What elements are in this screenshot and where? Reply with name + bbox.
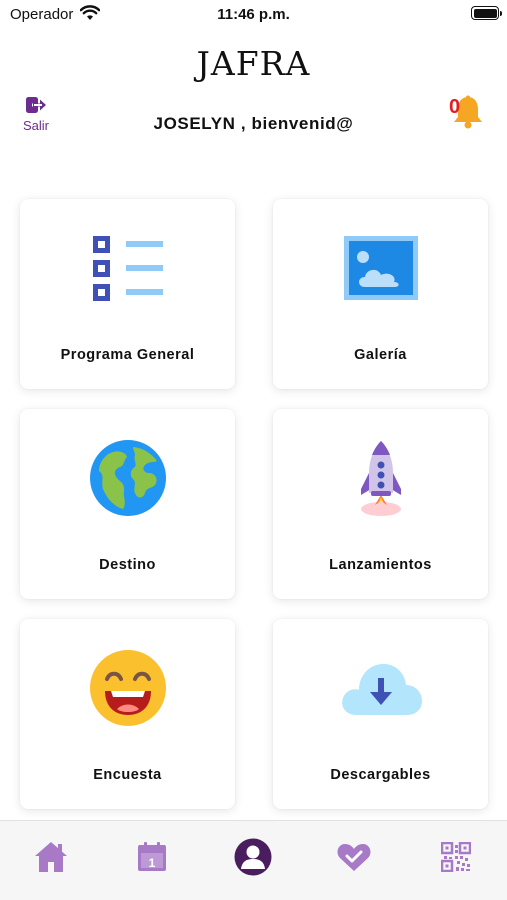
rocket-icon — [273, 437, 488, 519]
tab-qr-code[interactable] — [436, 837, 476, 877]
menu-card-galeria[interactable]: Galería — [273, 199, 488, 389]
tab-home[interactable] — [31, 837, 71, 877]
menu-card-label: Programa General — [60, 347, 195, 363]
tab-favorites[interactable] — [334, 837, 374, 877]
menu-card-encuesta[interactable]: Encuesta — [20, 619, 235, 809]
tab-calendar[interactable]: 1 — [132, 837, 172, 877]
home-icon — [35, 842, 67, 872]
bottom-tab-bar: 1 — [0, 820, 507, 900]
profile-icon — [234, 838, 272, 876]
menu-card-descargables[interactable]: Descargables — [273, 619, 488, 809]
menu-card-destino[interactable]: Destino — [20, 409, 235, 599]
notification-count: 0 — [449, 96, 461, 118]
menu-card-label: Galería — [354, 347, 407, 363]
qr-code-icon — [441, 842, 471, 872]
menu-grid: Programa General Galería Destino Lanzami… — [20, 199, 488, 809]
menu-card-lanzamientos[interactable]: Lanzamientos — [273, 409, 488, 599]
favorites-icon — [337, 844, 371, 871]
logout-icon — [26, 97, 46, 113]
calendar-day: 1 — [149, 856, 156, 870]
menu-card-label: Encuesta — [93, 767, 162, 783]
calendar-icon: 1 — [138, 842, 166, 871]
globe-icon — [20, 437, 235, 519]
picture-icon — [273, 227, 488, 309]
menu-card-label: Descargables — [330, 767, 431, 783]
cloud-download-icon — [273, 647, 488, 729]
checklist-icon — [20, 227, 235, 309]
notifications-button[interactable]: 0 — [449, 95, 487, 131]
welcome-message: JOSELYN , bienvenid@ — [153, 114, 354, 133]
clock: 11:46 p.m. — [217, 6, 290, 23]
menu-card-label: Destino — [99, 557, 156, 573]
battery-icon — [471, 6, 502, 20]
tab-profile[interactable] — [233, 837, 273, 877]
menu-card-programa-general[interactable]: Programa General — [20, 199, 235, 389]
smiley-icon — [20, 647, 235, 729]
brand-logo: JAFRA — [196, 44, 311, 83]
menu-card-label: Lanzamientos — [329, 557, 432, 573]
status-bar: Operador 11:46 p.m. — [0, 0, 507, 30]
